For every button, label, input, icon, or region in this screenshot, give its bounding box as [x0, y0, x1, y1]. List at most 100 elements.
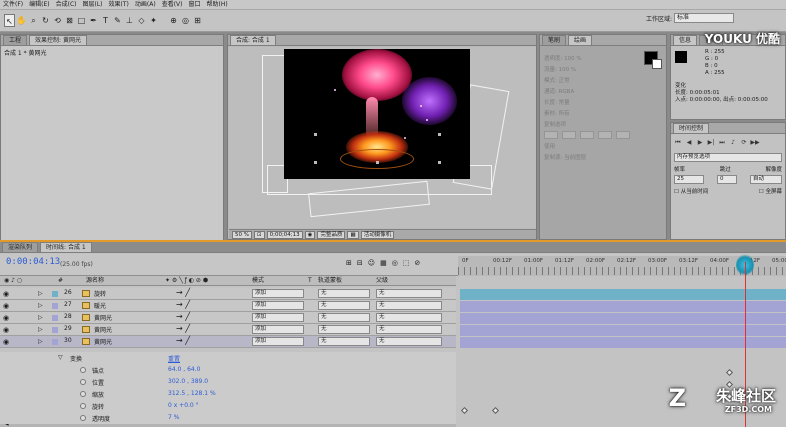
layer-duration-bar[interactable] — [460, 301, 786, 312]
blend-mode-dropdown[interactable]: 添加 — [252, 337, 304, 346]
layer-row[interactable]: ◉ ▷ 28 黄网光 → ╱ 添加 无无 — [0, 312, 456, 324]
audio-icon[interactable]: ♪ — [728, 138, 738, 147]
pan-behind-icon[interactable]: ⊠ — [64, 14, 75, 27]
stopwatch-icon[interactable] — [80, 379, 86, 385]
eye-icon[interactable]: ◉ — [3, 314, 9, 322]
blend-mode-dropdown[interactable]: 添加 — [252, 289, 304, 298]
track-matte-dropdown[interactable]: 无 — [318, 301, 370, 310]
selection-tool-icon[interactable]: ↖ — [4, 14, 15, 27]
tab-paint[interactable]: 绘画 — [568, 35, 593, 45]
motion-switch-icon[interactable]: → ╱ — [176, 324, 190, 333]
world-axis-icon[interactable]: ◎ — [180, 14, 191, 27]
hand-tool-icon[interactable]: ✋ — [16, 14, 27, 27]
orbit-camera-icon[interactable]: ⟲ — [52, 14, 63, 27]
brush-tool-icon[interactable]: ✎ — [112, 14, 123, 27]
menu-view[interactable]: 查看(V) — [162, 0, 183, 10]
layer-label-color[interactable] — [52, 327, 58, 333]
menu-window[interactable]: 窗口 — [188, 0, 200, 10]
motion-switch-icon[interactable]: → ╱ — [176, 312, 190, 321]
layer-duration-bar[interactable] — [460, 289, 786, 300]
timeline-timecode[interactable]: 0:00:04:13 — [6, 257, 60, 267]
tab-brushes[interactable]: 笔刷 — [542, 35, 567, 45]
view-axis-icon[interactable]: ⊞ — [192, 14, 203, 27]
twirl-right-icon[interactable]: ▷ — [38, 314, 43, 321]
puppet-pin-icon[interactable]: ✦ — [148, 14, 159, 27]
next-frame-icon[interactable]: ▶| — [706, 138, 716, 147]
transform-group[interactable]: ▽ 变换 重置 — [0, 352, 456, 364]
property-value[interactable]: 0 x +0.0 ° — [168, 402, 199, 409]
tab-composition[interactable]: 合成: 合成 1 — [230, 35, 276, 45]
parent-dropdown[interactable]: 无 — [376, 289, 442, 298]
layer-row[interactable]: ◉ ▷ 26 旋转 → ╱ 添加 无无 — [0, 288, 456, 300]
skip-field[interactable]: 0 — [717, 175, 737, 184]
menu-animation[interactable]: 动画(A) — [135, 0, 156, 10]
parent-dropdown[interactable]: 无 — [376, 337, 442, 346]
layer-row[interactable]: ◉ ▷ 29 黄网光 → ╱ 添加 无无 — [0, 324, 456, 336]
snapshot-icon[interactable]: ◉ — [304, 230, 316, 239]
parent-dropdown[interactable]: 无 — [376, 325, 442, 334]
shy-icon[interactable]: ☺ — [368, 259, 375, 267]
layer-duration-bar[interactable] — [460, 325, 786, 336]
camera-dropdown[interactable]: 活动摄像机 — [360, 230, 395, 239]
menu-edit[interactable]: 编辑(E) — [29, 0, 49, 10]
layer-row[interactable]: ◉ ▷ 27 暖光 → ╱ 添加 无无 — [0, 300, 456, 312]
transform-reset-link[interactable]: 重置 — [168, 354, 180, 363]
background-color-swatch[interactable] — [652, 59, 662, 69]
layer-name[interactable]: 暖光 — [94, 301, 106, 310]
from-current-time-checkbox[interactable]: ☐ 从当前时间 — [674, 187, 708, 195]
stopwatch-icon[interactable] — [80, 415, 86, 421]
clone-source-option[interactable]: 复制源: 当前图层 — [540, 151, 666, 162]
motion-switch-icon[interactable]: → ╱ — [176, 288, 190, 297]
motion-switch-icon[interactable]: → ╱ — [176, 336, 190, 345]
layer-label-color[interactable] — [52, 291, 58, 297]
eraser-tool-icon[interactable]: ◇ — [136, 14, 147, 27]
fps-dropdown[interactable]: 25 — [674, 175, 704, 184]
rectangle-mask-icon[interactable]: □ — [76, 14, 87, 27]
motion-blur-icon[interactable]: ◎ — [392, 259, 398, 267]
paint-source[interactable]: 素材: 所有 — [540, 107, 666, 118]
property-value[interactable]: 7 % — [168, 414, 179, 421]
region-icon[interactable]: ▦ — [347, 230, 359, 239]
first-frame-icon[interactable]: ⏮ — [673, 138, 683, 147]
blend-mode-dropdown[interactable]: 添加 — [252, 313, 304, 322]
paint-channels[interactable]: 通道: RGBA — [540, 85, 666, 96]
layer-label-color[interactable] — [52, 315, 58, 321]
layer-row[interactable]: ◉ ▷ 30 黄网光 → ╱ 添加 无无 — [0, 336, 456, 348]
viewer-canvas[interactable] — [229, 47, 536, 228]
transform-handle[interactable] — [438, 133, 441, 136]
layer-label-color[interactable] — [52, 339, 58, 345]
tab-project[interactable]: 工程 — [3, 35, 28, 45]
motion-switch-icon[interactable]: → ╱ — [176, 300, 190, 309]
twirl-down-icon[interactable]: ▽ — [58, 354, 63, 361]
property-row[interactable]: 锚点 64.0 , 64.0 — [0, 364, 456, 376]
property-row[interactable]: 旋转 0 x +0.0 ° — [0, 400, 456, 412]
transform-handle[interactable] — [376, 161, 379, 164]
twirl-right-icon[interactable]: ▷ — [38, 326, 43, 333]
property-value[interactable]: 302.0 , 389.0 — [168, 378, 208, 385]
transform-handle[interactable] — [314, 133, 317, 136]
paint-mode[interactable]: 模式: 正常 — [540, 74, 666, 85]
transform-handle[interactable] — [314, 161, 317, 164]
blend-mode-dropdown[interactable]: 添加 — [252, 325, 304, 334]
twirl-right-icon[interactable]: ▷ — [38, 338, 43, 345]
play-icon[interactable]: ▶ — [695, 138, 705, 147]
property-value[interactable]: 312.5 , 128.1 % — [168, 390, 216, 397]
text-tool-icon[interactable]: T — [100, 14, 111, 27]
last-frame-icon[interactable]: ⏭ — [717, 138, 727, 147]
layer-duration-bar[interactable] — [460, 313, 786, 324]
eye-icon[interactable]: ◉ — [3, 338, 9, 346]
safe-zones-icon[interactable]: ⊡ — [253, 230, 265, 239]
stopwatch-icon[interactable] — [80, 403, 86, 409]
property-value[interactable]: 64.0 , 64.0 — [168, 366, 200, 373]
prev-frame-icon[interactable]: ◀ — [684, 138, 694, 147]
resolution-dropdown[interactable]: 自动 — [750, 175, 782, 184]
stopwatch-icon[interactable] — [80, 367, 86, 373]
ram-preview-icon[interactable]: ▶▶ — [750, 138, 760, 147]
tab-render-queue[interactable]: 渲染队列 — [2, 242, 39, 252]
parent-dropdown[interactable]: 无 — [376, 301, 442, 310]
property-row[interactable]: 位置 302.0 , 389.0 — [0, 376, 456, 388]
clone-stamp-icon[interactable]: ⊥ — [124, 14, 135, 27]
twirl-right-icon[interactable]: ▷ — [38, 290, 43, 297]
clone-use-option[interactable]: 使用 — [540, 140, 666, 151]
graph-editor-icon[interactable]: ⬚ — [403, 259, 410, 267]
